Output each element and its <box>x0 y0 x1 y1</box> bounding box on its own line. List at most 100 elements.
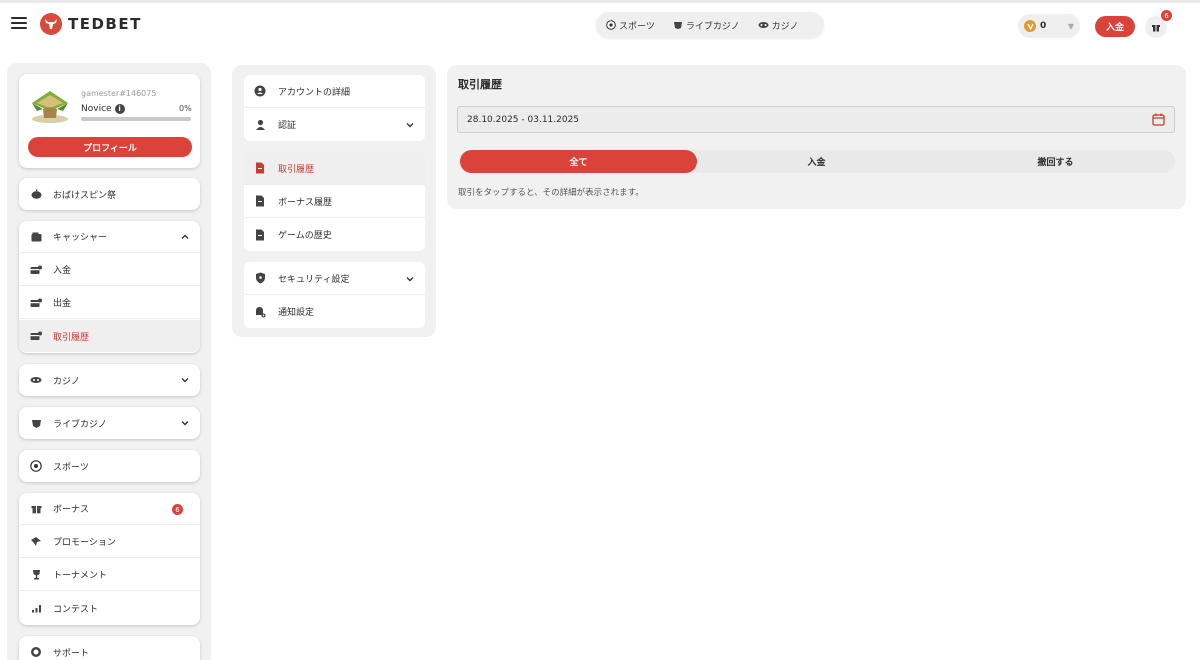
nav-sports[interactable]: スポーツ <box>606 19 655 32</box>
sidebar-item-spin-fest[interactable]: おばけスピン祭 <box>19 178 200 210</box>
chevron-down-icon <box>181 421 189 426</box>
user-circle-icon <box>254 85 266 97</box>
account-menu: アカウントの詳細 認証 取引履歴 ボーナス履歴 ゲームの歴史 セキュリティ設定 … <box>232 65 436 337</box>
sidebar-item-label: サポート <box>53 648 90 659</box>
nav-live-casino-label: ライブカジノ <box>685 21 740 32</box>
menu-item-label: 認証 <box>278 121 297 131</box>
transaction-history-panel: 取引履歴 28.10.2025 - 03.11.2025 全て 入金 撤回する … <box>447 65 1186 209</box>
date-range-value: 28.10.2025 - 03.11.2025 <box>467 114 580 125</box>
chevron-down-icon <box>406 277 414 282</box>
gift-count-badge: 6 <box>1161 10 1172 21</box>
settings-group: セキュリティ設定 通知設定 <box>244 262 425 328</box>
sidebar-item-withdraw[interactable]: 出金 <box>19 287 200 319</box>
menu-item-label: アカウントの詳細 <box>278 87 351 98</box>
headset-icon <box>29 645 43 659</box>
sidebar-item-label: キャッシャー <box>53 233 108 243</box>
gift-icon <box>29 502 43 516</box>
hint-text: 取引をタップすると、その詳細が表示されます。 <box>458 188 644 198</box>
logo[interactable]: TEDBET <box>40 13 142 35</box>
chevron-up-icon <box>181 234 189 239</box>
casino-icon <box>758 22 769 28</box>
chevron-down-icon: ▼ <box>1067 21 1074 31</box>
cashier-card: キャッシャー 入金 出金 取引履歴 <box>19 221 200 353</box>
tab-withdraw[interactable]: 撤回する <box>936 150 1175 173</box>
live-casino-icon <box>29 416 43 430</box>
page-title: 取引履歴 <box>458 78 502 91</box>
nav-casino[interactable]: カジノ <box>758 19 799 32</box>
balance-selector[interactable]: 0 ▼ <box>1018 14 1080 38</box>
menu-item-bonus-history[interactable]: ボーナス履歴 <box>244 185 425 218</box>
sidebar-item-deposit[interactable]: 入金 <box>19 254 200 286</box>
menu-item-label: 取引履歴 <box>278 164 315 175</box>
sidebar-item-label: 出金 <box>53 299 72 309</box>
rank-text: Novice <box>81 104 112 114</box>
chevron-down-icon <box>406 123 414 128</box>
calendar-icon[interactable] <box>1152 113 1165 126</box>
sidebar-item-cashier[interactable]: キャッシャー <box>19 221 200 253</box>
sidebar-item-tournament[interactable]: トーナメント <box>19 559 200 591</box>
sidebar-item-contest[interactable]: コンテスト <box>19 592 200 624</box>
casino-card: カジノ <box>19 364 200 396</box>
coin-icon <box>1024 20 1036 32</box>
nav-live-casino[interactable]: ライブカジノ <box>673 19 740 32</box>
document-icon <box>254 162 266 174</box>
user-icon <box>254 119 266 131</box>
menu-item-account-details[interactable]: アカウントの詳細 <box>244 75 425 108</box>
pumpkin-icon <box>29 187 43 201</box>
sidebar-item-label: スポーツ <box>53 462 89 473</box>
nav-casino-label: カジノ <box>771 21 799 32</box>
sidebar-item-label: カジノ <box>53 376 80 387</box>
soccer-ball-icon <box>606 20 616 30</box>
sports-card: スポーツ <box>19 450 200 482</box>
menu-item-game-history[interactable]: ゲームの歴史 <box>244 218 425 251</box>
account-group: アカウントの詳細 認証 <box>244 75 425 141</box>
profile-card: gamester#146075 Novice i 0% プロフィール <box>19 74 200 168</box>
menu-item-label: 通知設定 <box>278 308 315 318</box>
sidebar-item-label: プロモーション <box>53 538 116 548</box>
sidebar-item-label: おばけスピン祭 <box>53 190 117 201</box>
tab-deposit[interactable]: 入金 <box>697 150 936 173</box>
top-header: TEDBET スポーツ ライブカジノ カジノ 0 ▼ 入金 6 <box>0 3 1200 47</box>
history-group: 取引履歴 ボーナス履歴 ゲームの歴史 <box>244 152 425 251</box>
menu-item-label: ボーナス履歴 <box>278 197 333 208</box>
trophy-icon <box>29 568 43 582</box>
sidebar-item-promotion[interactable]: プロモーション <box>19 526 200 558</box>
menu-item-label: セキュリティ設定 <box>278 274 350 285</box>
info-icon[interactable]: i <box>114 104 125 114</box>
sidebar-item-sports[interactable]: スポーツ <box>19 450 200 482</box>
profile-button[interactable]: プロフィール <box>28 137 192 157</box>
gift-icon <box>1152 25 1160 32</box>
rank-label: Novice i <box>81 104 125 114</box>
bonus-card: ボーナス 6 プロモーション トーナメント コンテスト <box>19 493 200 625</box>
date-range-picker[interactable]: 28.10.2025 - 03.11.2025 <box>457 106 1175 133</box>
document-icon <box>254 195 266 207</box>
sidebar-item-bonus[interactable]: ボーナス 6 <box>19 493 200 525</box>
menu-item-transaction-history[interactable]: 取引履歴 <box>244 152 425 185</box>
card-plus-icon <box>29 263 43 277</box>
avatar[interactable] <box>29 85 71 125</box>
menu-item-security-settings[interactable]: セキュリティ設定 <box>244 262 425 295</box>
sidebar-item-transactions[interactable]: 取引履歴 <box>19 320 200 352</box>
sidebar-item-casino[interactable]: カジノ <box>19 364 200 396</box>
menu-item-notification-settings[interactable]: 通知設定 <box>244 295 425 328</box>
wallet-icon <box>29 230 43 244</box>
spin-fest-card: おばけスピン祭 <box>19 178 200 210</box>
shield-icon <box>254 272 266 284</box>
bonus-count-badge: 6 <box>172 504 183 515</box>
support-card: サポート <box>19 636 200 660</box>
deposit-button[interactable]: 入金 <box>1095 16 1135 37</box>
sidebar-item-live-casino[interactable]: ライブカジノ <box>19 407 200 439</box>
live-casino-card: ライブカジノ <box>19 407 200 439</box>
username: gamester#146075 <box>81 89 157 98</box>
menu-icon[interactable] <box>11 17 27 29</box>
balance-value: 0 <box>1040 21 1047 31</box>
menu-item-label: ゲームの歴史 <box>278 231 332 241</box>
tab-all[interactable]: 全て <box>460 150 697 173</box>
nav-sports-label: スポーツ <box>619 21 655 32</box>
sidebar: gamester#146075 Novice i 0% プロフィール おばけスピ… <box>7 63 211 660</box>
sidebar-item-label: ボーナス <box>53 505 90 515</box>
sidebar-item-support[interactable]: サポート <box>19 636 200 660</box>
sidebar-item-label: 取引履歴 <box>53 332 90 343</box>
menu-item-verification[interactable]: 認証 <box>244 108 425 141</box>
sidebar-item-label: トーナメント <box>53 571 108 581</box>
